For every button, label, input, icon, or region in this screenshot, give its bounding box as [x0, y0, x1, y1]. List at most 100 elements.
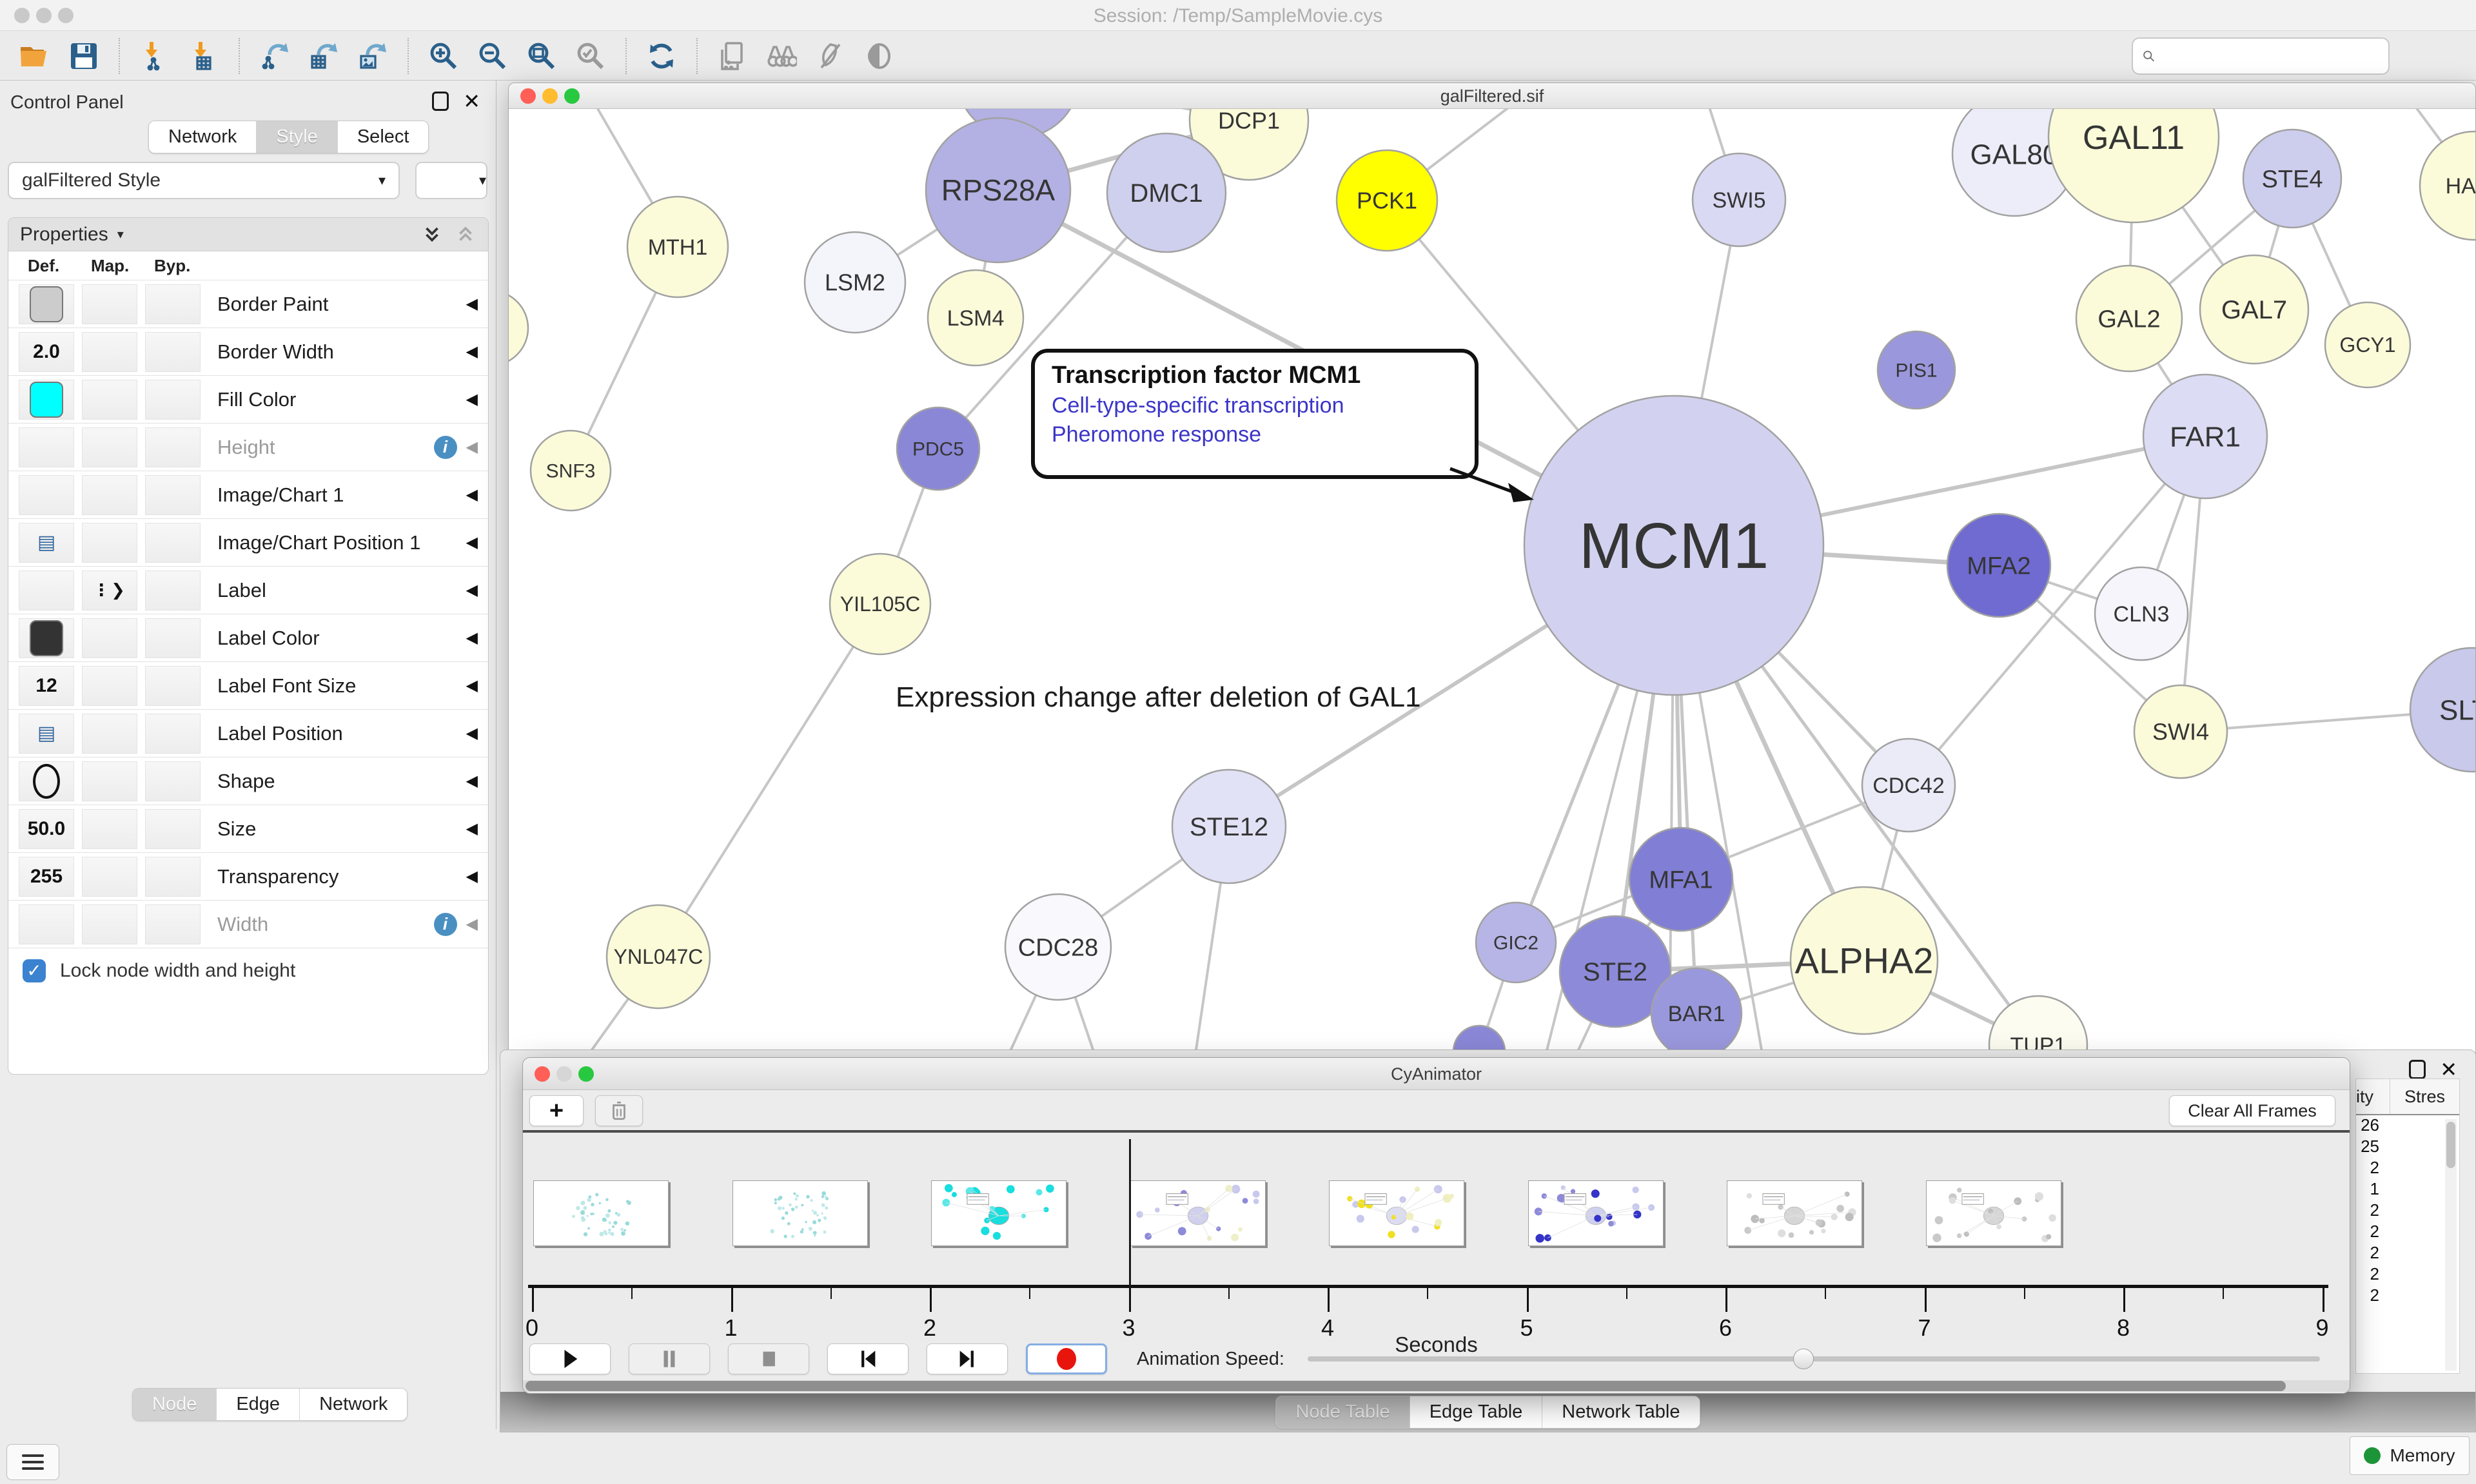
annotation-link[interactable]: Cell-type-specific transcription [1052, 393, 1458, 418]
expand-row-icon[interactable]: ◀ [466, 581, 478, 600]
property-cell[interactable] [145, 332, 201, 372]
network-node-PCK1[interactable]: PCK1 [1337, 150, 1437, 251]
property-row-fill-color[interactable]: Fill Color◀ [8, 375, 488, 423]
column-header[interactable]: Stres [2390, 1079, 2459, 1114]
first-neighbors-button[interactable] [764, 39, 799, 73]
property-cell[interactable] [82, 427, 137, 467]
close-panel-icon[interactable]: ✕ [2440, 1059, 2457, 1080]
table-row[interactable]: 2 [2356, 1200, 2459, 1222]
property-cell[interactable] [82, 332, 137, 372]
property-cell[interactable] [145, 571, 201, 610]
refresh-layout-button[interactable] [644, 39, 679, 73]
tab-node[interactable]: Node [133, 1389, 217, 1420]
frame-thumbnail-7[interactable] [1926, 1180, 2061, 1246]
property-cell[interactable] [145, 904, 201, 944]
network-node-MTH1[interactable]: MTH1 [627, 197, 728, 297]
property-row-border-paint[interactable]: Border Paint◀ [8, 280, 488, 327]
property-cell[interactable] [82, 857, 137, 897]
frame-thumbnail-4[interactable] [1329, 1180, 1464, 1246]
timeline[interactable]: 0123456789 Seconds [523, 1133, 2350, 1342]
expand-row-icon[interactable]: ◀ [466, 867, 478, 886]
table-row[interactable]: 2 [2356, 1264, 2459, 1285]
network-node-GAL11[interactable]: GAL11 [2049, 109, 2219, 222]
add-frame-button[interactable]: + [529, 1095, 584, 1126]
property-cell[interactable] [82, 523, 137, 563]
style-options-button[interactable]: ▾ [415, 162, 487, 199]
table-row[interactable]: 2 [2356, 1158, 2459, 1179]
properties-header[interactable]: Properties ▾ [8, 218, 488, 251]
table-row[interactable]: 25 [2356, 1137, 2459, 1158]
property-cell[interactable]: 12 [19, 666, 74, 706]
network-node-CDC42[interactable]: CDC42 [1862, 739, 1955, 832]
network-node-GAL7[interactable]: GAL7 [2200, 255, 2308, 364]
property-cell[interactable] [82, 809, 137, 849]
network-node-PDC5[interactable]: PDC5 [897, 407, 979, 490]
tab-style[interactable]: Style [257, 121, 337, 153]
annotation-box[interactable]: Transcription factor MCM1 Cell-type-spec… [1031, 349, 1479, 479]
network-node-STE12[interactable]: STE12 [1172, 770, 1286, 883]
open-folder-button[interactable] [17, 39, 52, 73]
expand-row-icon[interactable]: ◀ [466, 295, 478, 313]
pause-button[interactable] [629, 1343, 710, 1374]
table-row[interactable]: 2 [2356, 1222, 2459, 1243]
animation-speed-slider[interactable] [1308, 1356, 2320, 1362]
tab-network[interactable]: Network [149, 121, 257, 153]
property-row-shape[interactable]: Shape◀ [8, 757, 488, 805]
timeline-playhead[interactable] [1129, 1139, 1131, 1288]
property-row-label-position[interactable]: ▤Label Position◀ [8, 709, 488, 757]
table-row[interactable]: 2 [2356, 1285, 2459, 1307]
hide-details-button[interactable] [813, 39, 848, 73]
tab-select[interactable]: Select [338, 121, 429, 153]
property-cell[interactable] [145, 284, 201, 324]
network-node-GIC2[interactable]: GIC2 [1476, 903, 1556, 982]
panel-menu-button[interactable] [6, 1444, 59, 1480]
table-scrollbar[interactable] [2445, 1119, 2457, 1371]
network-canvas[interactable]: DCP1 RPS28A DMC1 PCK1 MTH1 LSM2 LSM4 SNF… [509, 109, 2475, 1053]
table-row[interactable]: 26 [2356, 1115, 2459, 1137]
property-cell[interactable] [19, 904, 74, 944]
network-node-PIS1[interactable]: PIS1 [1878, 331, 1955, 409]
property-cell[interactable]: 2.0 [19, 332, 74, 372]
network-node-DMC1[interactable]: DMC1 [1107, 133, 1226, 252]
expand-row-icon[interactable]: ◀ [466, 676, 478, 695]
network-node-LEFTY[interactable] [509, 291, 528, 366]
tab-edge-table[interactable]: Edge Table [1410, 1396, 1543, 1428]
cyanimator-titlebar[interactable]: CyAnimator [523, 1058, 2350, 1090]
property-cell[interactable] [145, 380, 201, 420]
property-cell[interactable] [19, 571, 74, 610]
annotation-link[interactable]: Pheromone response [1052, 422, 1458, 447]
collapse-all-icon[interactable] [455, 224, 477, 246]
show-details-button[interactable] [862, 39, 897, 73]
network-node-ALPHA2[interactable]: ALPHA2 [1791, 887, 1938, 1034]
property-row-label-font-size[interactable]: 12Label Font Size◀ [8, 661, 488, 709]
property-cell[interactable] [19, 284, 74, 324]
property-cell[interactable] [82, 714, 137, 754]
network-node-SWI4[interactable]: SWI4 [2134, 685, 2227, 778]
property-cell[interactable] [145, 475, 201, 515]
lock-size-checkbox[interactable]: ✓ [23, 959, 46, 982]
property-cell[interactable] [145, 666, 201, 706]
property-cell[interactable] [19, 761, 74, 801]
property-row-label[interactable]: ⋮❯Label◀ [8, 566, 488, 614]
network-node-GAL2[interactable]: GAL2 [2076, 266, 2182, 371]
property-cell[interactable] [19, 475, 74, 515]
network-node-YNL047C[interactable]: YNL047C [607, 905, 710, 1008]
network-caption[interactable]: Expression change after deletion of GAL1 [896, 681, 1421, 714]
network-node-STE4[interactable]: STE4 [2243, 130, 2341, 228]
property-row-size[interactable]: 50.0Size◀ [8, 805, 488, 852]
property-cell[interactable]: 50.0 [19, 809, 74, 849]
horizontal-scrollbar[interactable] [523, 1380, 2350, 1392]
expand-all-icon[interactable] [421, 224, 443, 246]
search-box[interactable] [2132, 37, 2390, 75]
tab-edge[interactable]: Edge [217, 1389, 300, 1420]
property-cell[interactable]: 255 [19, 857, 74, 897]
network-node-YIL105C[interactable]: YIL105C [830, 554, 930, 654]
style-selector[interactable]: galFiltered Style ▾ [8, 162, 400, 199]
network-node-MFA1[interactable]: MFA1 [1629, 828, 1733, 931]
frame-thumbnail-3[interactable] [1130, 1180, 1266, 1246]
property-cell[interactable] [19, 618, 74, 658]
zoom-selected-button[interactable] [573, 39, 608, 73]
network-node-SWI5[interactable]: SWI5 [1693, 153, 1785, 246]
network-node-LSM2[interactable]: LSM2 [805, 232, 905, 333]
network-node-NODE_P[interactable] [1453, 1026, 1505, 1053]
